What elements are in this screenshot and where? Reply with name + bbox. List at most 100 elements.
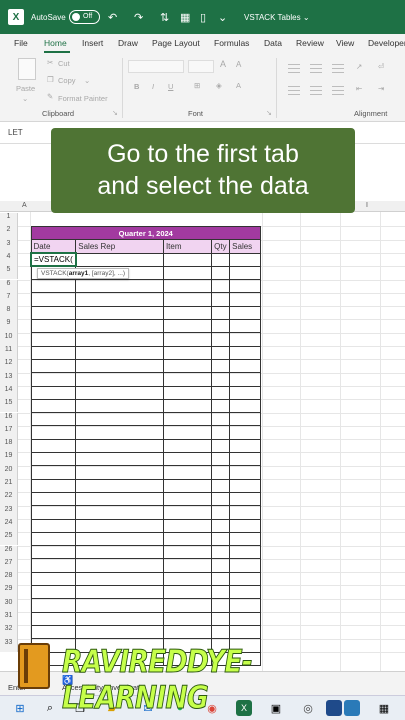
row-header[interactable]: 3: [0, 239, 18, 253]
table-cell[interactable]: [75, 571, 164, 587]
file-icon[interactable]: ▯: [200, 0, 206, 34]
table-cell[interactable]: [211, 518, 231, 533]
align-center-icon[interactable]: [310, 86, 322, 98]
table-cell[interactable]: [211, 491, 231, 507]
table-cell[interactable]: [211, 571, 231, 587]
row-header[interactable]: 22: [0, 492, 18, 506]
table-cell[interactable]: [229, 491, 261, 507]
row-header[interactable]: 10: [0, 332, 18, 346]
table-cell[interactable]: [75, 345, 164, 360]
table-cell[interactable]: [211, 624, 231, 640]
table-cell[interactable]: [162, 585, 213, 600]
table-cell[interactable]: [229, 571, 261, 587]
table-cell[interactable]: [211, 265, 231, 281]
table-cell[interactable]: [211, 598, 231, 613]
table-cell[interactable]: [75, 505, 164, 520]
column-header-i[interactable]: I: [366, 202, 368, 209]
row-header[interactable]: 8: [0, 306, 18, 320]
table-cell[interactable]: [211, 611, 231, 626]
table-cell[interactable]: [229, 505, 261, 520]
row-header[interactable]: 33: [0, 638, 18, 652]
copy-dropdown-icon[interactable]: ⌄: [84, 76, 90, 85]
table-cell[interactable]: [229, 358, 261, 374]
table-cell[interactable]: [75, 531, 164, 547]
table-cell[interactable]: [229, 412, 261, 427]
tab-home[interactable]: Home: [44, 38, 67, 48]
row-header[interactable]: 1: [0, 213, 18, 227]
table-cell[interactable]: [162, 319, 213, 334]
table-cell[interactable]: [75, 491, 164, 507]
table-cell[interactable]: [229, 305, 261, 321]
header-item[interactable]: Item: [162, 239, 213, 254]
row-header[interactable]: 13: [0, 372, 18, 386]
table-cell[interactable]: [75, 585, 164, 600]
table-cell[interactable]: [211, 345, 231, 360]
shrink-font-icon[interactable]: A: [236, 60, 241, 69]
table-cell[interactable]: [162, 345, 213, 360]
row-header[interactable]: 17: [0, 425, 18, 440]
table-cell[interactable]: [211, 398, 231, 414]
sales-table[interactable]: Quarter 1, 2024 Date Sales Rep Item Qty …: [30, 225, 261, 666]
table-cell[interactable]: [229, 598, 261, 613]
table-cell[interactable]: [30, 598, 77, 613]
redo-icon[interactable]: ↷: [134, 0, 143, 34]
windows-start-icon[interactable]: ⊞: [12, 700, 28, 716]
table-cell[interactable]: [229, 558, 261, 573]
table-cell[interactable]: [162, 279, 213, 294]
table-cell[interactable]: [162, 265, 213, 281]
table-cell[interactable]: [75, 558, 164, 573]
header-date[interactable]: Date: [30, 239, 77, 254]
table-cell[interactable]: [30, 478, 77, 493]
document-title[interactable]: VSTACK Tables ⌄: [244, 0, 310, 34]
table-cell[interactable]: [229, 452, 261, 467]
table-cell[interactable]: [75, 385, 164, 400]
table-cell[interactable]: [229, 518, 261, 533]
table-cell[interactable]: [229, 478, 261, 493]
table-cell[interactable]: [229, 292, 261, 307]
table-cell[interactable]: [30, 558, 77, 573]
tab-view[interactable]: View: [336, 38, 354, 48]
table-cell[interactable]: [30, 452, 77, 467]
table-cell[interactable]: [211, 478, 231, 493]
table-cell[interactable]: [211, 545, 231, 560]
table-cell[interactable]: [211, 385, 231, 400]
table-cell[interactable]: [75, 279, 164, 294]
row-header[interactable]: 28: [0, 572, 18, 586]
table-cell[interactable]: [211, 585, 231, 600]
table-cell[interactable]: [211, 531, 231, 547]
table-cell[interactable]: [75, 412, 164, 427]
table-cell[interactable]: [30, 292, 77, 307]
table-cell[interactable]: [211, 252, 231, 267]
paste-icon[interactable]: [18, 58, 36, 80]
table-cell[interactable]: [211, 319, 231, 334]
table-cell[interactable]: [75, 611, 164, 626]
table-cell[interactable]: [75, 624, 164, 640]
tab-data[interactable]: Data: [264, 38, 282, 48]
table-cell[interactable]: [162, 332, 213, 347]
copy-button[interactable]: Copy: [58, 76, 76, 85]
row-header[interactable]: 6: [0, 279, 18, 293]
borders-icon[interactable]: ⊞: [194, 81, 200, 90]
tab-page-layout[interactable]: Page Layout: [152, 38, 200, 48]
table-cell[interactable]: [30, 624, 77, 640]
table-cell[interactable]: [229, 585, 261, 600]
table-cell[interactable]: [162, 505, 213, 520]
table-cell[interactable]: [75, 372, 164, 387]
table-cell[interactable]: [162, 478, 213, 493]
row-header[interactable]: 31: [0, 612, 18, 626]
table-cell[interactable]: [162, 624, 213, 640]
row-header[interactable]: 7: [0, 292, 18, 307]
table-cell[interactable]: [229, 332, 261, 347]
row-header[interactable]: 14: [0, 385, 18, 400]
font-name-box[interactable]: [128, 60, 184, 73]
row-header[interactable]: 9: [0, 319, 18, 333]
paste-button[interactable]: Paste: [16, 84, 35, 93]
paste-dropdown-icon[interactable]: ⌄: [22, 94, 28, 103]
table-cell[interactable]: [30, 319, 77, 334]
grow-font-icon[interactable]: A: [220, 59, 226, 69]
indent-icon[interactable]: ⇤: [356, 84, 362, 93]
table-cell[interactable]: [75, 518, 164, 533]
function-tooltip[interactable]: VSTACK(array1, [array2], ...): [37, 268, 130, 279]
table-cell[interactable]: [162, 305, 213, 321]
table-cell[interactable]: [211, 332, 231, 347]
